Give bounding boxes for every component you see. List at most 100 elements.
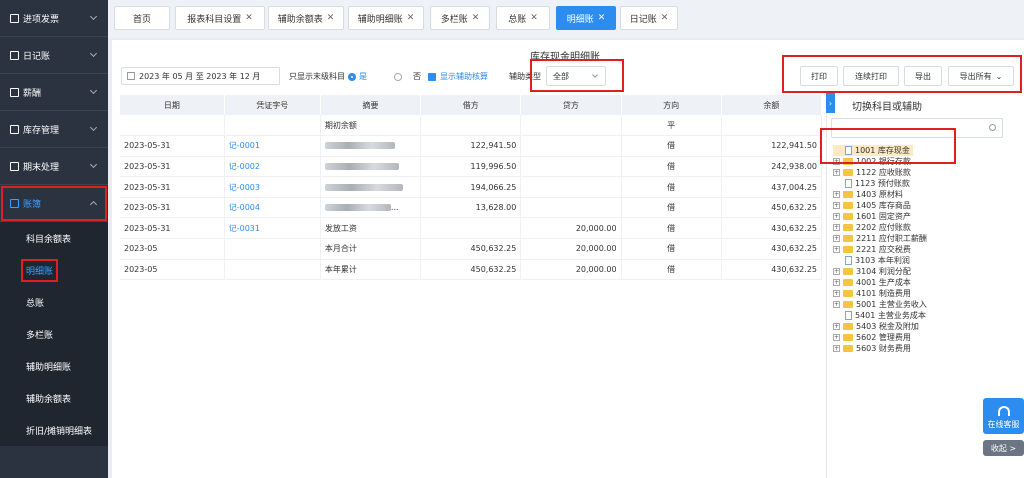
folder-icon [843, 224, 853, 231]
tab-detail-ledger[interactable]: 明细账 ✕ [556, 6, 616, 30]
close-icon[interactable]: ✕ [327, 13, 335, 23]
tree-node[interactable]: +3104 利润分配 [833, 266, 1003, 277]
folder-icon [843, 334, 853, 341]
tab-aux-detail[interactable]: 辅助明细账 ✕ [348, 6, 424, 30]
tree-node[interactable]: +5001 主营业务收入 [833, 299, 1003, 310]
tree-node[interactable]: 5401 主营业务成本 [833, 310, 1003, 321]
col-credit: 贷方 [520, 95, 622, 115]
headset-icon [997, 406, 1010, 416]
sidebar-sub-general-ledger[interactable]: 总账 [0, 286, 108, 318]
tree-node[interactable]: 3103 本年利润 [833, 255, 1003, 266]
redacted-text [324, 204, 391, 212]
search-icon [989, 124, 996, 131]
collapse-panel-button[interactable]: › [826, 93, 835, 113]
expand-icon[interactable]: + [833, 224, 840, 231]
sidebar-item-inventory[interactable]: 库存管理 [0, 111, 108, 148]
tree-node[interactable]: +2202 应付账款 [833, 222, 1003, 233]
tree-node[interactable]: +5603 财务费用 [833, 343, 1003, 354]
sidebar-sub-multi-column[interactable]: 多栏账 [0, 318, 108, 350]
tab-home[interactable]: 首页 [114, 6, 170, 30]
inventory-icon [10, 124, 19, 134]
tree-node[interactable]: +1601 固定资产 [833, 211, 1003, 222]
tab-general-ledger[interactable]: 总账 ✕ [496, 6, 550, 30]
sidebar-item-journal[interactable]: 日记账 [0, 37, 108, 74]
summary-blurred [320, 135, 422, 157]
expand-icon[interactable]: + [833, 235, 840, 242]
sidebar-item-payroll[interactable]: 薪酬 [0, 74, 108, 111]
col-debit: 借方 [420, 95, 522, 115]
tab-journal[interactable]: 日记账 ✕ [620, 6, 678, 30]
table-row: 期初余额平 [120, 115, 823, 137]
tree-node[interactable]: +5403 税金及附加 [833, 321, 1003, 332]
sidebar-item-ledgers[interactable]: 账簿 [0, 185, 108, 222]
expand-icon[interactable]: + [833, 290, 840, 297]
expand-icon[interactable]: + [833, 213, 840, 220]
close-icon[interactable]: ✕ [472, 13, 480, 23]
sidebar-sub-trial-balance[interactable]: 科目余额表 [0, 222, 108, 254]
tree-node[interactable]: +1405 库存商品 [833, 200, 1003, 211]
table-row: 2023-05-31 记-0001 122,941.50 借 122,941.50 [120, 135, 823, 157]
folder-icon [843, 345, 853, 352]
radio-no[interactable]: 否 [394, 71, 421, 82]
expand-icon[interactable]: + [833, 279, 840, 286]
close-icon[interactable]: ✕ [598, 13, 606, 23]
date-range-picker[interactable]: 2023 年 05 月 至 2023 年 12 月 [121, 67, 280, 85]
tab-multi-column[interactable]: 多栏账 ✕ [430, 6, 490, 30]
chevron-up-icon [89, 200, 98, 209]
close-icon[interactable]: ✕ [407, 13, 415, 23]
chevron-down-icon [89, 49, 98, 58]
tree-node[interactable]: 1123 预付账款 [833, 178, 1003, 189]
show-aux-checkbox[interactable]: 显示辅助核算 [428, 71, 488, 82]
only-leaf-label: 只显示末级科目 [289, 72, 345, 81]
voucher-link[interactable]: 记-0031 [224, 217, 321, 240]
ledger-icon [10, 198, 19, 208]
sidebar-sub-depreciation[interactable]: 折旧/摊销明细表 [0, 414, 108, 446]
col-direction: 方向 [621, 95, 722, 115]
voucher-link[interactable]: 记-0001 [224, 135, 321, 157]
collapse-float-button[interactable]: 收起 > [983, 440, 1024, 456]
tree-node[interactable]: +2221 应交税费 [833, 244, 1003, 255]
close-icon[interactable]: ✕ [530, 13, 538, 23]
radio-yes[interactable]: 是 [348, 71, 367, 82]
chevron-down-icon [89, 12, 98, 21]
tree-node[interactable]: +5602 管理费用 [833, 332, 1003, 343]
sidebar-sub-detail-ledger[interactable]: 明细账 [0, 254, 108, 286]
file-icon [845, 179, 852, 188]
expand-icon[interactable]: + [833, 268, 840, 275]
expand-icon[interactable]: + [833, 301, 840, 308]
folder-icon [843, 290, 853, 297]
close-icon[interactable]: ✕ [661, 13, 669, 23]
sidebar-sub-aux-detail[interactable]: 辅助明细账 [0, 350, 108, 382]
folder-icon [843, 268, 853, 275]
tree-node[interactable]: +4101 制造费用 [833, 288, 1003, 299]
tree-node[interactable]: +2211 应付职工薪酬 [833, 233, 1003, 244]
tree-node[interactable]: +1122 应收账款 [833, 167, 1003, 178]
sidebar-item-period-end[interactable]: 期末处理 [0, 148, 108, 185]
expand-icon[interactable]: + [833, 323, 840, 330]
highlight-box [782, 55, 1022, 93]
tree-node[interactable]: +4001 生产成本 [833, 277, 1003, 288]
voucher-link[interactable]: 记-0002 [224, 156, 321, 178]
expand-icon[interactable]: + [833, 345, 840, 352]
expand-icon[interactable]: + [833, 246, 840, 253]
folder-icon [843, 169, 853, 176]
expand-icon[interactable]: + [833, 169, 840, 176]
expand-icon[interactable]: + [833, 191, 840, 198]
folder-icon [843, 191, 853, 198]
tree-node[interactable]: +1403 原材料 [833, 189, 1003, 200]
voucher-link[interactable]: 记-0004 [224, 197, 321, 219]
tab-aux-balance[interactable]: 辅助余额表 ✕ [268, 6, 344, 30]
summary-blurred [320, 176, 422, 198]
expand-icon[interactable]: + [833, 202, 840, 209]
sidebar-sub-aux-balance[interactable]: 辅助余额表 [0, 382, 108, 414]
voucher-link[interactable]: 记-0003 [224, 176, 321, 198]
sidebar-item-input-invoice[interactable]: 进项发票 [0, 0, 108, 37]
online-service-button[interactable]: 在线客服 [983, 398, 1024, 434]
table-row: 2023-05 本年累计 450,632.25 20,000.00 借 430,632.2… [120, 259, 823, 281]
file-icon [845, 311, 852, 320]
expand-icon[interactable]: + [833, 334, 840, 341]
close-icon[interactable]: ✕ [245, 13, 253, 23]
table-row: 2023-05-31 记-0031 发放工资 20,000.00 借 430,632.25 [120, 217, 823, 240]
tab-report-subject-settings[interactable]: 报表科目设置 ✕ [175, 6, 265, 30]
invoice-icon [10, 13, 19, 23]
